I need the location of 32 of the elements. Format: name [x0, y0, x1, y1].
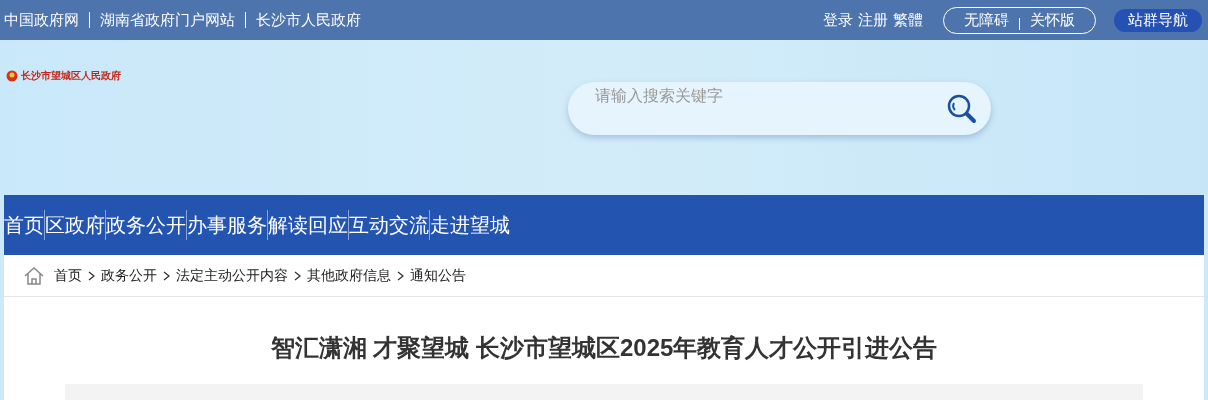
article-title: 智汇潇湘 才聚望城 长沙市望城区2025年教育人才公开引进公告 — [269, 333, 939, 363]
mode-link[interactable]: 无障碍 — [964, 8, 1009, 32]
home-icon[interactable] — [23, 265, 45, 286]
nav-item[interactable]: 解读回应 — [267, 210, 348, 240]
breadcrumb-link[interactable]: 首页 — [54, 265, 82, 286]
account-link[interactable]: 繁體 — [893, 8, 923, 32]
search-icon[interactable] — [947, 94, 977, 124]
breadcrumb-link[interactable]: 政务公开 — [101, 265, 157, 286]
breadcrumb-link[interactable]: 法定主动公开内容 — [176, 265, 288, 286]
nav-item[interactable]: 政务公开 — [105, 210, 186, 240]
chevron-icon — [294, 270, 301, 281]
nav-item[interactable]: 首页 — [4, 210, 44, 240]
site-logo[interactable]: 长沙市望城区人民政府 — [6, 68, 121, 83]
chevron-icon — [88, 270, 95, 281]
mode-link[interactable]: 关怀版 — [1030, 8, 1075, 32]
nav-item[interactable]: 办事服务 — [186, 210, 267, 240]
account-link[interactable]: 登录 — [823, 8, 853, 32]
chevron-icon — [397, 270, 404, 281]
emblem-icon — [6, 69, 18, 82]
breadcrumb-link[interactable]: 其他政府信息 — [307, 265, 391, 286]
search-field[interactable]: 请输入搜索关键字 — [568, 82, 991, 135]
chevron-icon — [163, 270, 170, 281]
nav-item[interactable]: 走进望城 — [429, 210, 510, 240]
nav-item[interactable]: 区政府 — [44, 210, 105, 240]
top-link[interactable]: 中国政府网 — [4, 8, 79, 32]
top-link[interactable]: 湖南省政府门户网站 — [100, 8, 235, 32]
breadcrumb-link[interactable]: 通知公告 — [410, 265, 466, 286]
top-link[interactable]: 长沙市人民政府 — [256, 8, 361, 32]
account-link[interactable]: 注册 — [858, 8, 888, 32]
nav-item[interactable]: 互动交流 — [348, 210, 429, 240]
logo-text: 长沙市望城区人民政府 — [21, 69, 121, 83]
site-nav-button[interactable]: 站群导航 — [1114, 8, 1202, 32]
